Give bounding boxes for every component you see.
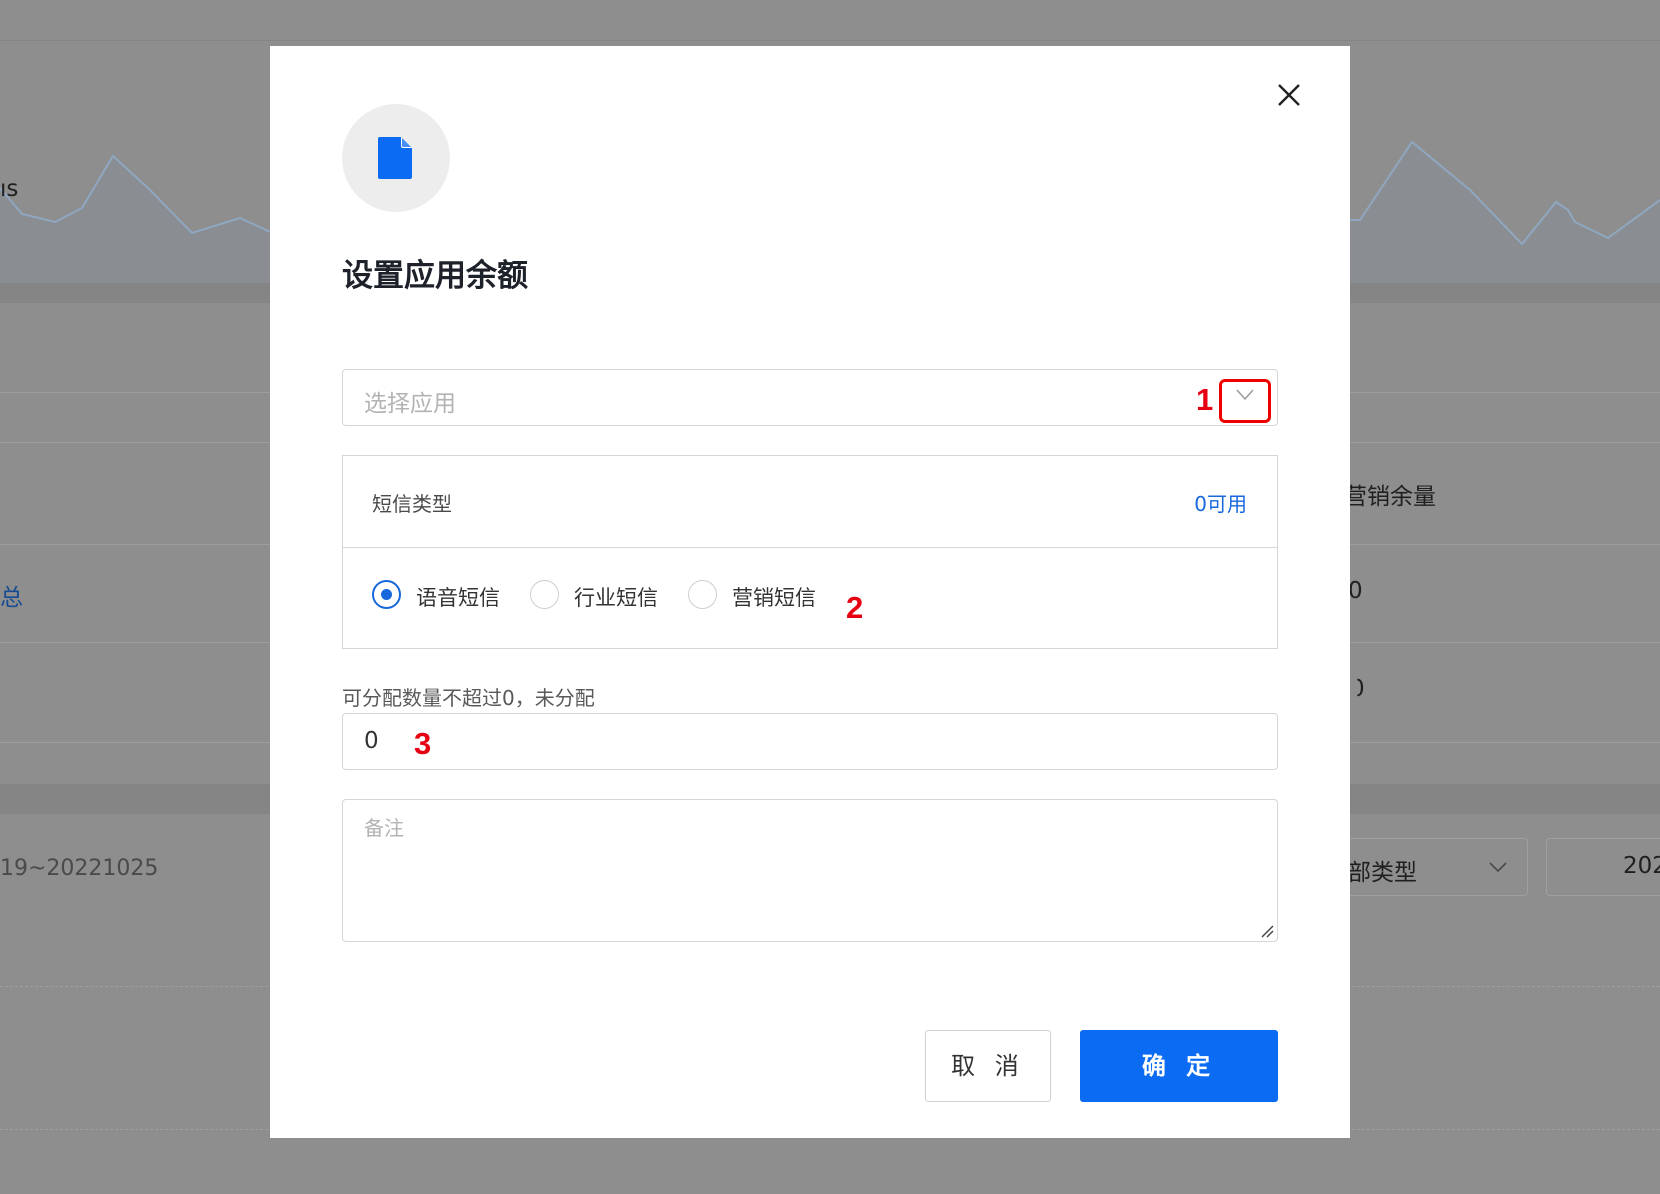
sms-type-label: 短信类型 [372,492,452,516]
background-date-range: 19~20221025 [0,856,159,881]
radio-button[interactable] [688,580,717,609]
sms-type-radio-group: 语音短信 行业短信 营销短信 [372,580,1252,610]
background-chart-label: ıs [0,176,19,202]
dialog-title: 设置应用余额 [342,258,528,294]
sms-type-panel: 短信类型 0可用 语音短信 行业短信 营销短信 [342,455,1278,649]
available-count: 0可用 [1194,492,1247,516]
dialog-icon-badge [342,104,450,212]
page: ıs 营销余量 总 0 0 19~20221025 全部类型 202 设置应用余… [0,0,1660,1194]
radio-button[interactable] [530,580,559,609]
annotation-marker-2: 2 [846,590,864,625]
quantity-hint: 可分配数量不超过0，未分配 [342,686,595,710]
background-summary-link[interactable]: 总 [0,578,23,612]
remark-textarea[interactable]: 备注 [342,799,1278,942]
close-button[interactable] [1274,80,1304,110]
file-icon [378,137,412,179]
remark-placeholder: 备注 [364,816,404,840]
close-icon [1278,84,1300,106]
set-app-balance-dialog: 设置应用余额 选择应用 1 短信类型 0可用 语音短信 行业短信 营销短信 2 … [270,46,1350,1138]
radio-label: 行业短信 [574,586,658,610]
background-row-value: 0 [1350,676,1365,702]
chevron-down-icon [1236,389,1254,401]
resize-handle-icon[interactable] [1260,924,1274,938]
quantity-value: 0 [364,728,379,754]
background-divider [0,40,1660,41]
app-select[interactable]: 选择应用 [342,369,1278,426]
annotation-marker-3: 3 [414,726,432,761]
background-date-input-value: 202 [1623,853,1660,879]
sms-type-header: 短信类型 0可用 [343,456,1277,548]
chevron-down-icon [1489,862,1507,873]
quantity-input[interactable]: 0 [342,713,1278,770]
background-date-input[interactable]: 202 [1546,838,1660,896]
background-column-header: 营销余量 [1344,484,1436,510]
radio-label: 语音短信 [416,586,500,610]
cancel-button[interactable]: 取 消 [925,1030,1051,1102]
background-row-value: 0 [1348,578,1363,604]
radio-button-checked[interactable] [372,580,401,609]
radio-label: 营销短信 [732,586,816,610]
annotation-marker-1: 1 [1196,382,1214,417]
confirm-button[interactable]: 确 定 [1080,1030,1278,1102]
app-select-dropdown-button[interactable] [1219,379,1271,423]
app-select-placeholder: 选择应用 [364,391,456,417]
